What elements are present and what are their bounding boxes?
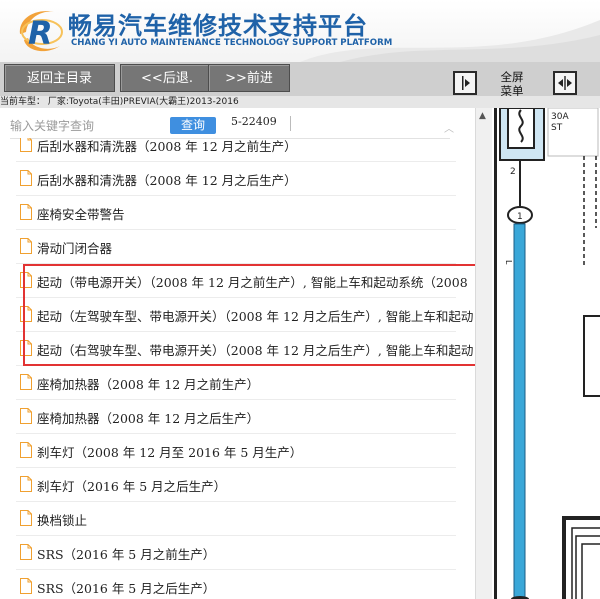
app-subtitle: CHANG YI AUTO MAINTENANCE TECHNOLOGY SUP… <box>71 38 393 48</box>
collapse-left-icon <box>462 76 470 90</box>
document-icon <box>20 204 32 220</box>
list-item-label: 滑动门闭合器 <box>37 241 113 256</box>
document-list: 后刮水器和清洗器（2008 年 12 月之前生产） 后刮水器和清洗器（2008 … <box>0 138 475 599</box>
list-item[interactable]: 滑动门闭合器 <box>16 230 456 264</box>
diagram-frame-line <box>494 108 497 599</box>
expand-both-icon <box>558 76 572 90</box>
fullscreen-toggle-button[interactable] <box>553 71 577 95</box>
list-item-label: SRS（2016 年 5 月之后生产） <box>37 581 216 596</box>
caret-up-icon[interactable]: ︿ <box>444 120 454 135</box>
document-icon <box>20 138 32 152</box>
fuse-rating-label: 30A <box>551 112 569 122</box>
document-icon <box>20 238 32 254</box>
list-item[interactable]: 座椅加热器（2008 年 12 月之前生产） <box>16 366 456 400</box>
pin-number: 2 <box>510 167 516 177</box>
document-icon <box>20 170 32 186</box>
list-item[interactable]: 刹车灯（2016 年 5 月之后生产） <box>16 468 456 502</box>
document-icon <box>20 374 32 390</box>
list-item-label: 后刮水器和清洗器（2008 年 12 月之后生产） <box>37 173 297 188</box>
document-icon <box>20 544 32 560</box>
highlight-box <box>23 264 480 366</box>
document-icon <box>20 408 32 424</box>
document-code: 5-22409 <box>231 115 277 128</box>
document-icon <box>20 510 32 526</box>
wiring-diagram: 30A ST 2 1 L <box>492 108 600 599</box>
list-item[interactable]: 座椅加热器（2008 年 12 月之后生产） <box>16 400 456 434</box>
search-button[interactable]: 查询 <box>170 117 216 134</box>
connector-number: 1 <box>517 212 523 222</box>
list-item[interactable]: 换档锁止 <box>16 502 456 536</box>
app-title: 畅易汽车维修技术支持平台 <box>68 12 368 40</box>
app-header: R 畅易汽车维修技术支持平台 CHANG YI AUTO MAINTENANCE… <box>0 0 600 62</box>
forward-button[interactable]: >>前进 <box>208 64 290 92</box>
search-divider <box>290 116 291 131</box>
wire-blue <box>513 223 526 599</box>
fullscreen-label-line1: 全屏 <box>500 70 524 84</box>
fuse-name-label: ST <box>551 123 563 133</box>
list-item[interactable]: 后刮水器和清洗器（2008 年 12 月之后生产） <box>16 162 456 196</box>
current-vehicle: 当前车型： 厂家:Toyota(丰田)PREVIA(大霸王)2013-2016 <box>0 96 600 108</box>
document-icon <box>20 442 32 458</box>
list-item[interactable]: 后刮水器和清洗器（2008 年 12 月之前生产） <box>16 138 456 162</box>
document-icon <box>20 476 32 492</box>
list-item[interactable]: 座椅安全带警告 <box>16 196 456 230</box>
back-button[interactable]: <<后退. <box>120 64 214 92</box>
search-input[interactable] <box>10 117 170 135</box>
brand-logo: R <box>19 11 63 52</box>
list-item-label: SRS（2016 年 5 月之前生产） <box>37 547 216 562</box>
component-box <box>583 315 600 397</box>
list-item-label: 换档锁止 <box>37 513 88 528</box>
back-to-main-button[interactable]: 返回主目录 <box>4 64 115 92</box>
list-item-label: 刹车灯（2016 年 5 月之后生产） <box>37 479 227 494</box>
collapse-left-button[interactable] <box>453 71 477 95</box>
list-item-label: 座椅加热器（2008 年 12 月之后生产） <box>37 411 260 426</box>
list-item[interactable]: SRS（2016 年 5 月之前生产） <box>16 536 456 570</box>
wire-color-label: L <box>504 260 513 265</box>
list-item[interactable]: SRS（2016 年 5 月之后生产） <box>16 570 456 599</box>
list-item[interactable]: 刹车灯（2008 年 12 月至 2016 年 5 月生产） <box>16 434 456 468</box>
scroll-up-arrow-icon[interactable]: ▲ <box>479 111 486 121</box>
document-icon <box>20 578 32 594</box>
list-item-label: 刹车灯（2008 年 12 月至 2016 年 5 月生产） <box>37 445 303 460</box>
fullscreen-menu-label[interactable]: 全屏 菜单 <box>496 70 528 98</box>
svg-text:R: R <box>28 14 53 52</box>
toolbar: 返回主目录 <<后退. >>前进 全屏 菜单 <box>0 62 600 98</box>
list-item-label: 座椅安全带警告 <box>37 207 125 222</box>
list-item-label: 座椅加热器（2008 年 12 月之前生产） <box>37 377 260 392</box>
list-item-label: 后刮水器和清洗器（2008 年 12 月之前生产） <box>37 139 297 154</box>
list-scrollbar[interactable] <box>475 108 492 599</box>
